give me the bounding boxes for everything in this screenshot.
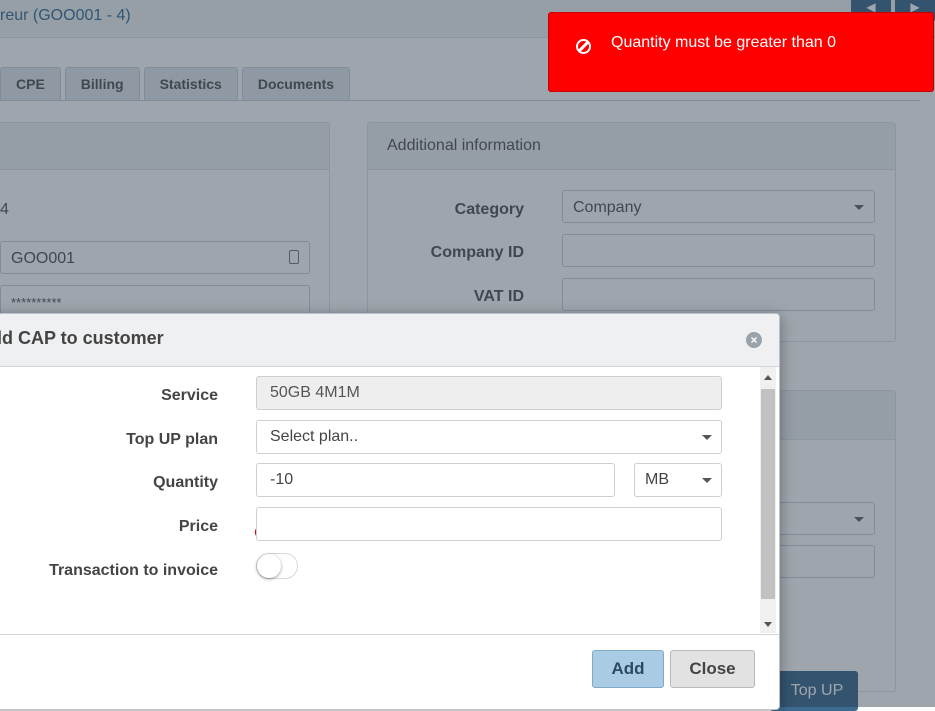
service-field: 50GB 4M1M	[256, 376, 722, 410]
toast-message: Quantity must be greater than 0	[611, 34, 837, 51]
error-toast[interactable]: Quantity must be greater than 0	[548, 12, 934, 92]
scroll-up-arrow-icon[interactable]	[764, 375, 772, 380]
unit-value: MB	[645, 471, 669, 488]
toggle-knob	[257, 554, 281, 578]
modal-header: dd CAP to customer ×	[0, 314, 779, 367]
add-cap-modal: dd CAP to customer × Service 50GB 4M1M T…	[0, 313, 780, 710]
transaction-label: Transaction to invoice	[49, 562, 218, 579]
price-field[interactable]	[256, 507, 722, 541]
chevron-down-icon	[702, 478, 712, 483]
service-value: 50GB 4M1M	[270, 384, 360, 401]
service-label: Service	[161, 387, 218, 404]
close-button[interactable]: Close	[670, 650, 755, 688]
transaction-toggle[interactable]	[256, 553, 298, 579]
modal-scrollbar[interactable]	[760, 367, 776, 633]
topup-plan-value: Select plan..	[270, 428, 359, 445]
ban-icon	[576, 39, 591, 54]
modal-footer: Add Close	[0, 634, 779, 709]
modal-body: Service 50GB 4M1M Top UP plan Select pla…	[0, 367, 779, 633]
unit-select[interactable]: MB	[634, 463, 722, 497]
close-icon[interactable]: ×	[746, 332, 762, 348]
add-button[interactable]: Add	[592, 650, 664, 688]
quantity-input[interactable]	[270, 465, 600, 495]
scroll-down-arrow-icon[interactable]	[764, 622, 772, 627]
scroll-thumb[interactable]	[761, 389, 775, 599]
price-label: Price	[178, 518, 218, 535]
topup-plan-select[interactable]: Select plan..	[256, 420, 722, 454]
quantity-field[interactable]	[256, 463, 615, 497]
topup-plan-label: Top UP plan	[126, 431, 218, 448]
chevron-down-icon	[702, 435, 712, 440]
modal-title: dd CAP to customer	[0, 328, 164, 348]
quantity-label: Quantity	[153, 474, 218, 491]
